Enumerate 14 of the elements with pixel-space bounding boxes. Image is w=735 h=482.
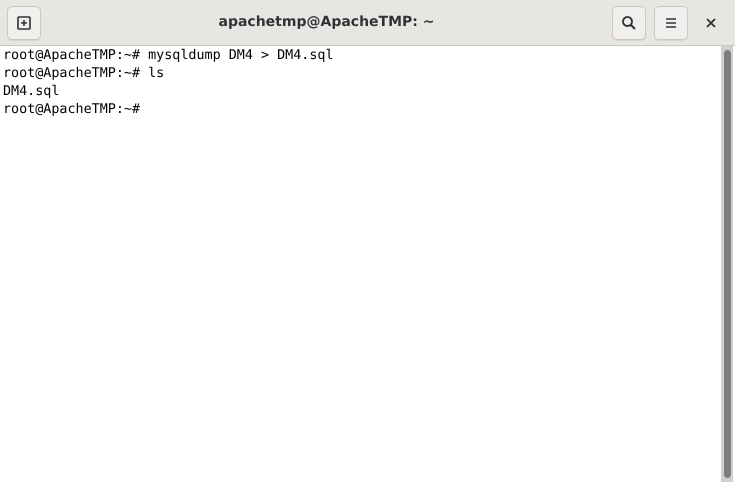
new-tab-button[interactable] bbox=[7, 6, 41, 40]
close-icon bbox=[705, 16, 717, 28]
scrollbar-thumb[interactable] bbox=[724, 50, 730, 478]
new-tab-icon bbox=[16, 14, 32, 30]
scrollbar[interactable] bbox=[721, 46, 733, 482]
window-title: apachetmp@ApacheTMP: ~ bbox=[218, 13, 436, 32]
terminal-line: DM4.sql bbox=[3, 83, 60, 101]
terminal-line: root@ApacheTMP:~# ls bbox=[3, 65, 164, 83]
search-button[interactable] bbox=[612, 6, 646, 40]
menu-button[interactable] bbox=[654, 6, 688, 40]
terminal-line: root@ApacheTMP:~# mysqldump DM4 > DM4.sql bbox=[3, 47, 334, 65]
search-icon bbox=[621, 14, 637, 30]
terminal-line: root@ApacheTMP:~# bbox=[3, 101, 140, 119]
menu-icon bbox=[665, 16, 677, 28]
